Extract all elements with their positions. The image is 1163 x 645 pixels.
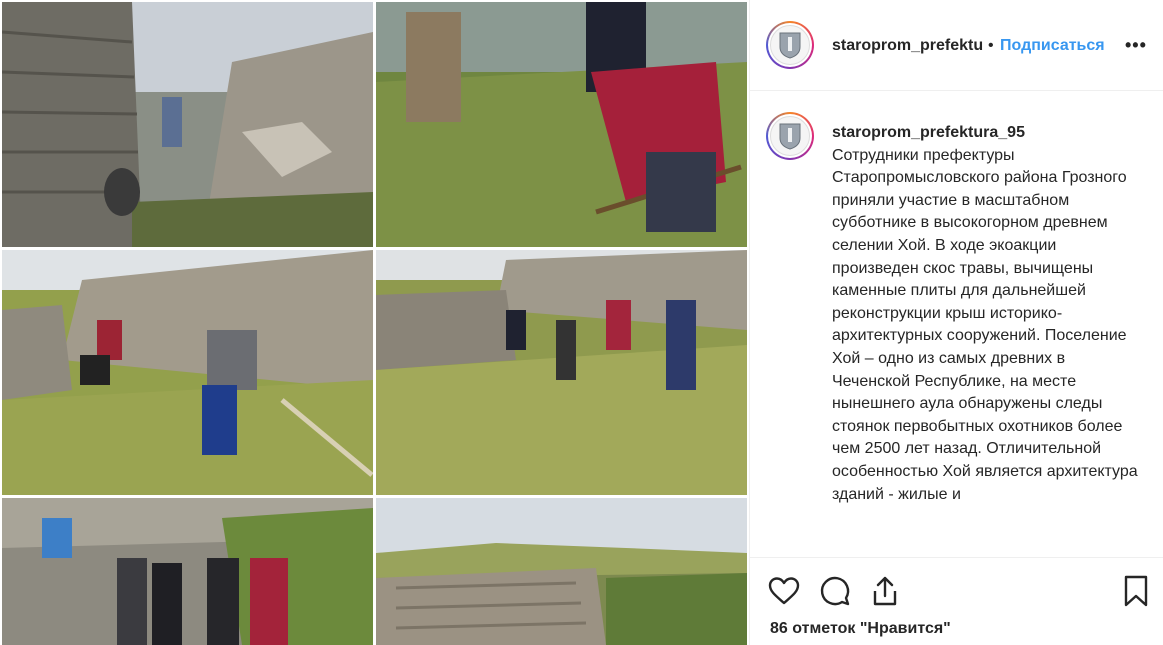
post-caption: staroprom_prefektura_95 Сотрудники префе… bbox=[832, 122, 1142, 506]
post-sidebar: staroprom_prefektu • Подписаться ••• sta… bbox=[749, 0, 1163, 645]
photo-mowing-ruins bbox=[2, 250, 373, 495]
separator-dot: • bbox=[988, 37, 994, 54]
photo-workers-hoe bbox=[376, 2, 747, 247]
caption-username[interactable]: staroprom_prefektura_95 bbox=[832, 122, 1142, 145]
emblem-icon bbox=[779, 32, 801, 59]
more-options-icon[interactable]: ••• bbox=[1125, 35, 1147, 56]
emblem-icon bbox=[779, 123, 801, 150]
comment-icon[interactable] bbox=[818, 574, 852, 608]
post-header: staroprom_prefektu • Подписаться ••• bbox=[750, 0, 1163, 91]
heart-icon[interactable] bbox=[767, 574, 801, 608]
avatar[interactable] bbox=[766, 21, 814, 69]
photo-group-cleaning bbox=[376, 250, 747, 495]
photo-stone-walls bbox=[2, 2, 373, 247]
photo-team-with-tools bbox=[2, 498, 373, 645]
follow-button[interactable]: Подписаться bbox=[1000, 37, 1105, 55]
caption-avatar[interactable] bbox=[766, 112, 814, 160]
bookmark-icon[interactable] bbox=[1119, 574, 1153, 608]
likes-count[interactable]: 86 отметок "Нравится" bbox=[770, 620, 951, 638]
author-username[interactable]: staroprom_prefektu bbox=[832, 37, 984, 55]
action-bar: 86 отметок "Нравится" bbox=[750, 557, 1163, 645]
caption-text: Сотрудники префектуры Старопромысловског… bbox=[832, 146, 1138, 503]
photo-village-panorama bbox=[376, 498, 747, 645]
comments-section[interactable]: staroprom_prefektura_95 Сотрудники префе… bbox=[750, 92, 1163, 552]
share-icon[interactable] bbox=[868, 574, 902, 608]
post-media-collage[interactable] bbox=[0, 0, 749, 645]
